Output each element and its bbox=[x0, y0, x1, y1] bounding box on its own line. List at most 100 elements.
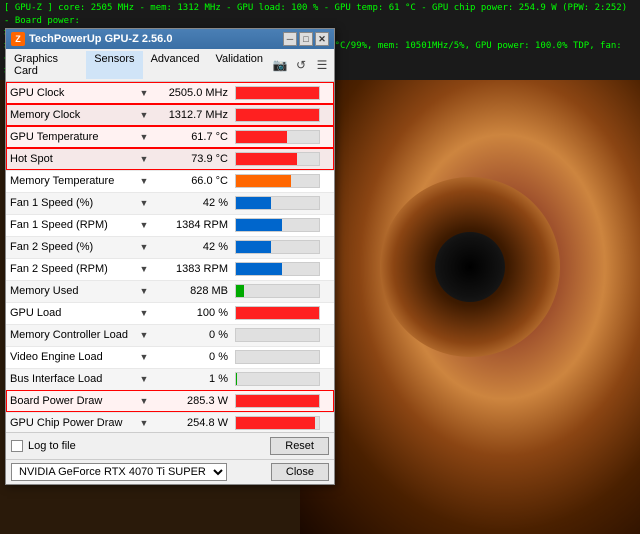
sensor-bar-cell bbox=[232, 214, 334, 236]
sensor-bar-fill bbox=[236, 373, 237, 385]
sensor-value: 100 % bbox=[152, 302, 232, 324]
sensor-dropdown-arrow[interactable]: ▼ bbox=[136, 412, 152, 432]
sensor-value: 73.9 °C bbox=[152, 148, 232, 170]
table-row: Fan 2 Speed (%)▼42 % bbox=[6, 236, 334, 258]
gpu-selector-row: NVIDIA GeForce RTX 4070 Ti SUPER Close bbox=[6, 459, 334, 484]
bottom-area: Log to file Reset bbox=[6, 432, 334, 459]
menu-icon[interactable]: ☰ bbox=[313, 56, 331, 74]
sensor-name: Memory Used bbox=[6, 280, 136, 302]
sensor-name: Fan 1 Speed (RPM) bbox=[6, 214, 136, 236]
sensor-dropdown-arrow[interactable]: ▼ bbox=[136, 214, 152, 236]
sensor-bar-cell bbox=[232, 148, 334, 170]
sensor-value: 61.7 °C bbox=[152, 126, 232, 148]
table-row: Fan 1 Speed (RPM)▼1384 RPM bbox=[6, 214, 334, 236]
sensor-value: 2505.0 MHz bbox=[152, 82, 232, 104]
sensor-bar bbox=[235, 86, 320, 100]
window-title: TechPowerUp GPU-Z 2.56.0 bbox=[29, 33, 172, 45]
menu-graphics-card[interactable]: Graphics Card bbox=[6, 51, 86, 79]
sensor-dropdown-arrow[interactable]: ▼ bbox=[136, 104, 152, 126]
minimize-button[interactable]: ─ bbox=[283, 32, 297, 46]
sensor-value: 1384 RPM bbox=[152, 214, 232, 236]
sensor-bar bbox=[235, 108, 320, 122]
camera-icon[interactable]: 📷 bbox=[271, 56, 289, 74]
close-button[interactable]: ✕ bbox=[315, 32, 329, 46]
sensor-bar-cell bbox=[232, 258, 334, 280]
sensor-bar bbox=[235, 372, 320, 386]
sensor-bar-fill bbox=[236, 197, 271, 209]
menu-advanced[interactable]: Advanced bbox=[143, 51, 208, 79]
background-eye bbox=[300, 0, 640, 534]
sensor-bar-cell bbox=[232, 192, 334, 214]
sensor-name: Fan 2 Speed (%) bbox=[6, 236, 136, 258]
sensor-dropdown-arrow[interactable]: ▼ bbox=[136, 236, 152, 258]
table-row: Hot Spot▼73.9 °C bbox=[6, 148, 334, 170]
gpu-selector[interactable]: NVIDIA GeForce RTX 4070 Ti SUPER bbox=[11, 463, 227, 481]
sensor-bar-cell bbox=[232, 236, 334, 258]
sensor-bar-fill bbox=[236, 87, 319, 99]
sensor-name: Hot Spot bbox=[6, 148, 136, 170]
sensor-bar-cell bbox=[232, 302, 334, 324]
sensor-dropdown-arrow[interactable]: ▼ bbox=[136, 390, 152, 412]
table-row: Board Power Draw▼285.3 W bbox=[6, 390, 334, 412]
sensor-bar bbox=[235, 262, 320, 276]
sensor-name: GPU Clock bbox=[6, 82, 136, 104]
sensor-name: Board Power Draw bbox=[6, 390, 136, 412]
sensor-bar bbox=[235, 350, 320, 364]
sensor-bar bbox=[235, 416, 320, 430]
sensor-dropdown-arrow[interactable]: ▼ bbox=[136, 170, 152, 192]
refresh-icon[interactable]: ↺ bbox=[292, 56, 310, 74]
table-row: GPU Load▼100 % bbox=[6, 302, 334, 324]
sensor-name: Memory Temperature bbox=[6, 170, 136, 192]
maximize-button[interactable]: □ bbox=[299, 32, 313, 46]
sensor-bar-fill bbox=[236, 109, 319, 121]
sensor-bar bbox=[235, 218, 320, 232]
sensor-bar bbox=[235, 174, 320, 188]
sensor-bar-cell bbox=[232, 412, 334, 432]
sensor-bar-cell bbox=[232, 324, 334, 346]
sensor-dropdown-arrow[interactable]: ▼ bbox=[136, 148, 152, 170]
table-row: GPU Temperature▼61.7 °C bbox=[6, 126, 334, 148]
sensors-container: GPU Clock▼2505.0 MHzMemory Clock▼1312.7 … bbox=[6, 82, 334, 432]
table-row: Memory Temperature▼66.0 °C bbox=[6, 170, 334, 192]
sensor-bar-fill bbox=[236, 175, 291, 187]
sensor-value: 828 MB bbox=[152, 280, 232, 302]
sensor-name: Memory Controller Load bbox=[6, 324, 136, 346]
menu-bar: Graphics Card Sensors Advanced Validatio… bbox=[6, 49, 334, 82]
sensor-bar-fill bbox=[236, 307, 319, 319]
sensor-dropdown-arrow[interactable]: ▼ bbox=[136, 280, 152, 302]
sensor-dropdown-arrow[interactable]: ▼ bbox=[136, 368, 152, 390]
sensor-dropdown-arrow[interactable]: ▼ bbox=[136, 258, 152, 280]
table-row: Video Engine Load▼0 % bbox=[6, 346, 334, 368]
title-bar-left: Z TechPowerUp GPU-Z 2.56.0 bbox=[11, 32, 172, 46]
title-bar: Z TechPowerUp GPU-Z 2.56.0 ─ □ ✕ bbox=[6, 29, 334, 49]
sensor-name: Fan 1 Speed (%) bbox=[6, 192, 136, 214]
table-row: Memory Controller Load▼0 % bbox=[6, 324, 334, 346]
reset-button[interactable]: Reset bbox=[270, 437, 329, 455]
close-main-button[interactable]: Close bbox=[271, 463, 329, 481]
sensor-bar-cell bbox=[232, 82, 334, 104]
sensor-bar-fill bbox=[236, 131, 287, 143]
sensor-dropdown-arrow[interactable]: ▼ bbox=[136, 302, 152, 324]
table-row: Fan 1 Speed (%)▼42 % bbox=[6, 192, 334, 214]
sensor-dropdown-arrow[interactable]: ▼ bbox=[136, 324, 152, 346]
log-label: Log to file bbox=[28, 440, 76, 452]
menu-sensors[interactable]: Sensors bbox=[86, 51, 142, 79]
sensor-bar bbox=[235, 240, 320, 254]
sensor-dropdown-arrow[interactable]: ▼ bbox=[136, 346, 152, 368]
log-row: Log to file Reset bbox=[11, 437, 329, 455]
sensor-bar bbox=[235, 394, 320, 408]
sensor-name: Fan 2 Speed (RPM) bbox=[6, 258, 136, 280]
sensor-bar-fill bbox=[236, 219, 282, 231]
sensor-name: Video Engine Load bbox=[6, 346, 136, 368]
sensor-name: GPU Temperature bbox=[6, 126, 136, 148]
sensor-bar-cell bbox=[232, 170, 334, 192]
table-row: GPU Clock▼2505.0 MHz bbox=[6, 82, 334, 104]
sensor-dropdown-arrow[interactable]: ▼ bbox=[136, 126, 152, 148]
sensor-value: 1312.7 MHz bbox=[152, 104, 232, 126]
sensor-dropdown-arrow[interactable]: ▼ bbox=[136, 192, 152, 214]
sensor-dropdown-arrow[interactable]: ▼ bbox=[136, 82, 152, 104]
log-checkbox[interactable] bbox=[11, 440, 23, 452]
menu-validation[interactable]: Validation bbox=[208, 51, 272, 79]
sensor-bar-fill bbox=[236, 285, 244, 297]
sensor-bar-cell bbox=[232, 280, 334, 302]
